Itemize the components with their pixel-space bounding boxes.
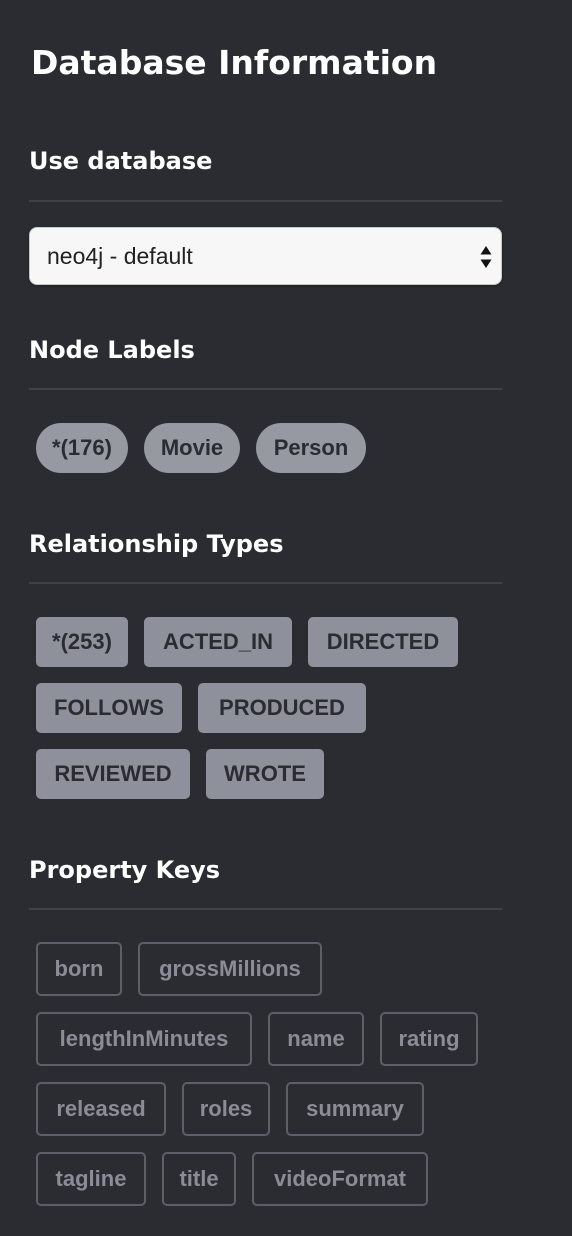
property-key-chip[interactable]: grossMillions — [138, 942, 322, 996]
property-key-chip[interactable]: released — [36, 1082, 166, 1136]
database-select[interactable]: neo4j - default — [29, 227, 502, 285]
divider — [29, 908, 502, 910]
panel-title: Database Information — [31, 43, 438, 82]
node-label-chip[interactable]: Movie — [144, 423, 240, 473]
property-key-chip[interactable]: lengthInMinutes — [36, 1012, 252, 1066]
property-key-chip[interactable]: born — [36, 942, 122, 996]
property-key-chip[interactable]: summary — [286, 1082, 424, 1136]
divider — [29, 582, 502, 584]
relationship-type-chip[interactable]: ACTED_IN — [144, 617, 292, 667]
relationship-type-chip[interactable]: FOLLOWS — [36, 683, 182, 733]
property-key-chip[interactable]: rating — [380, 1012, 478, 1066]
property-key-chip[interactable]: name — [268, 1012, 364, 1066]
property-key-chip[interactable]: roles — [182, 1082, 270, 1136]
database-select-value: neo4j - default — [47, 243, 193, 269]
relationship-type-chip[interactable]: PRODUCED — [198, 683, 366, 733]
select-arrows-icon — [480, 245, 492, 269]
property-key-chip[interactable]: videoFormat — [252, 1152, 428, 1206]
divider — [29, 200, 502, 202]
divider — [29, 388, 502, 390]
relationship-type-chip[interactable]: WROTE — [206, 749, 324, 799]
property-key-chip[interactable]: title — [162, 1152, 236, 1206]
node-label-chip[interactable]: *(176) — [36, 423, 128, 473]
node-labels-heading: Node Labels — [29, 336, 195, 364]
property-key-chip[interactable]: tagline — [36, 1152, 146, 1206]
use-database-heading: Use database — [29, 147, 213, 175]
node-label-chip[interactable]: Person — [256, 423, 366, 473]
relationship-type-chip[interactable]: DIRECTED — [308, 617, 458, 667]
relationship-types-heading: Relationship Types — [29, 530, 284, 558]
property-keys-heading: Property Keys — [29, 856, 221, 884]
relationship-type-chip[interactable]: REVIEWED — [36, 749, 190, 799]
relationship-type-chip[interactable]: *(253) — [36, 617, 128, 667]
